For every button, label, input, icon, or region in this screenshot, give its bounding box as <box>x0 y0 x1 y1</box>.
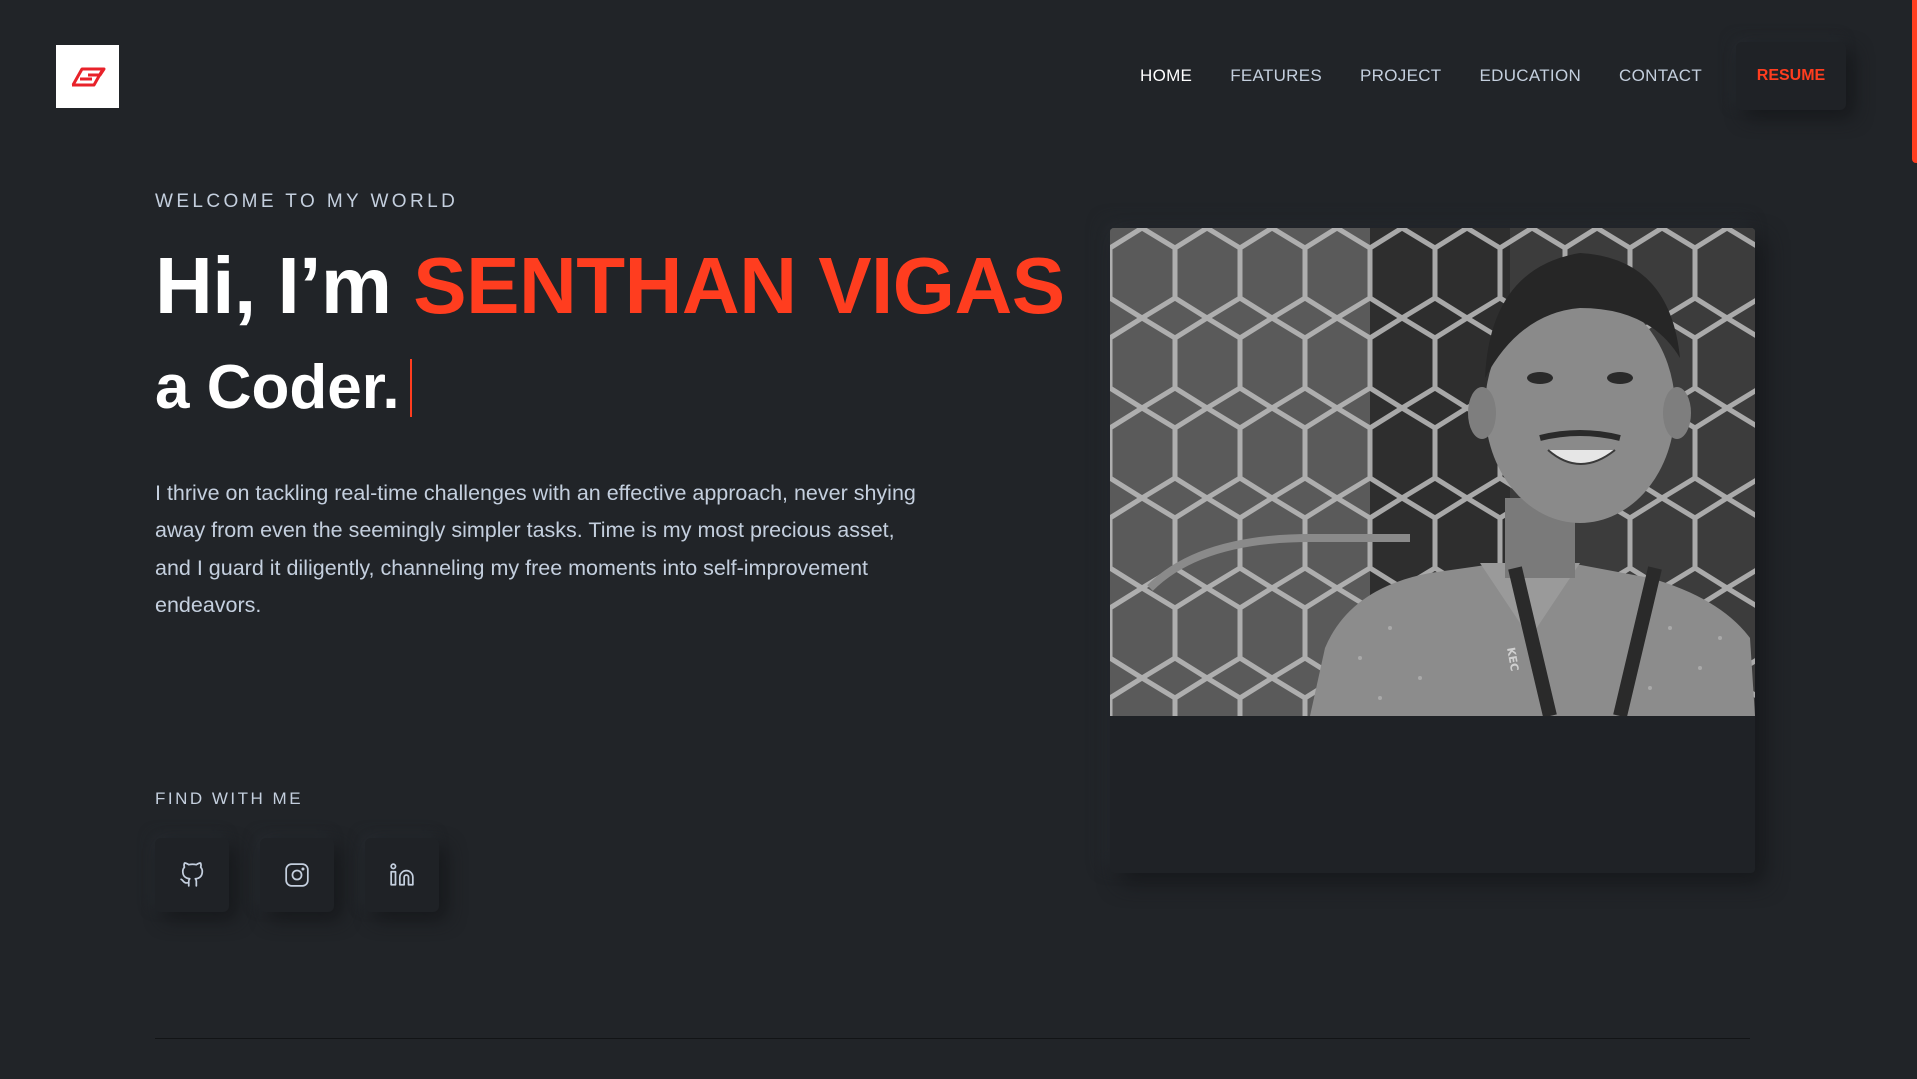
main-nav: HOME FEATURES PROJECT EDUCATION CONTACT <box>1140 62 1740 90</box>
logo-mark-icon <box>71 67 105 86</box>
profile-photo: KEC <box>1110 228 1755 716</box>
github-button[interactable] <box>155 838 229 912</box>
hero-headline: Hi, I’m SENTHAN VIGAS <box>155 240 1065 332</box>
social-links <box>155 838 470 912</box>
find-with-me-title: FIND WITH ME <box>155 789 304 808</box>
hero-description: I thrive on tackling real-time challenge… <box>155 480 916 618</box>
profile-photo-illustration: KEC <box>1110 228 1755 716</box>
site-logo[interactable] <box>56 45 119 108</box>
section-divider <box>155 1038 1750 1039</box>
github-icon <box>180 862 204 887</box>
hero-subtitle: WELCOME TO MY WORLD <box>155 191 459 212</box>
typing-cursor <box>409 359 412 417</box>
hero-name: SENTHAN VIGAS <box>413 241 1065 330</box>
nav-project[interactable]: PROJECT <box>1360 66 1441 86</box>
profile-photo-card: KEC <box>1110 228 1755 873</box>
resume-button[interactable]: RESUME <box>1736 42 1846 110</box>
instagram-button[interactable] <box>260 838 334 912</box>
typed-text: a Coder. <box>155 353 400 422</box>
hero-typed-role: a Coder. <box>155 346 412 430</box>
nav-education[interactable]: EDUCATION <box>1479 66 1581 86</box>
linkedin-button[interactable] <box>365 838 439 912</box>
scroll-progress-indicator <box>1912 0 1917 163</box>
nav-contact[interactable]: CONTACT <box>1619 66 1702 86</box>
portfolio-page: HOME FEATURES PROJECT EDUCATION CONTACT … <box>0 0 1917 1079</box>
instagram-icon <box>285 863 309 887</box>
nav-home[interactable]: HOME <box>1140 66 1192 86</box>
nav-features[interactable]: FEATURES <box>1230 66 1322 86</box>
hero-greeting: Hi, I’m <box>155 241 392 330</box>
linkedin-icon <box>390 863 414 886</box>
